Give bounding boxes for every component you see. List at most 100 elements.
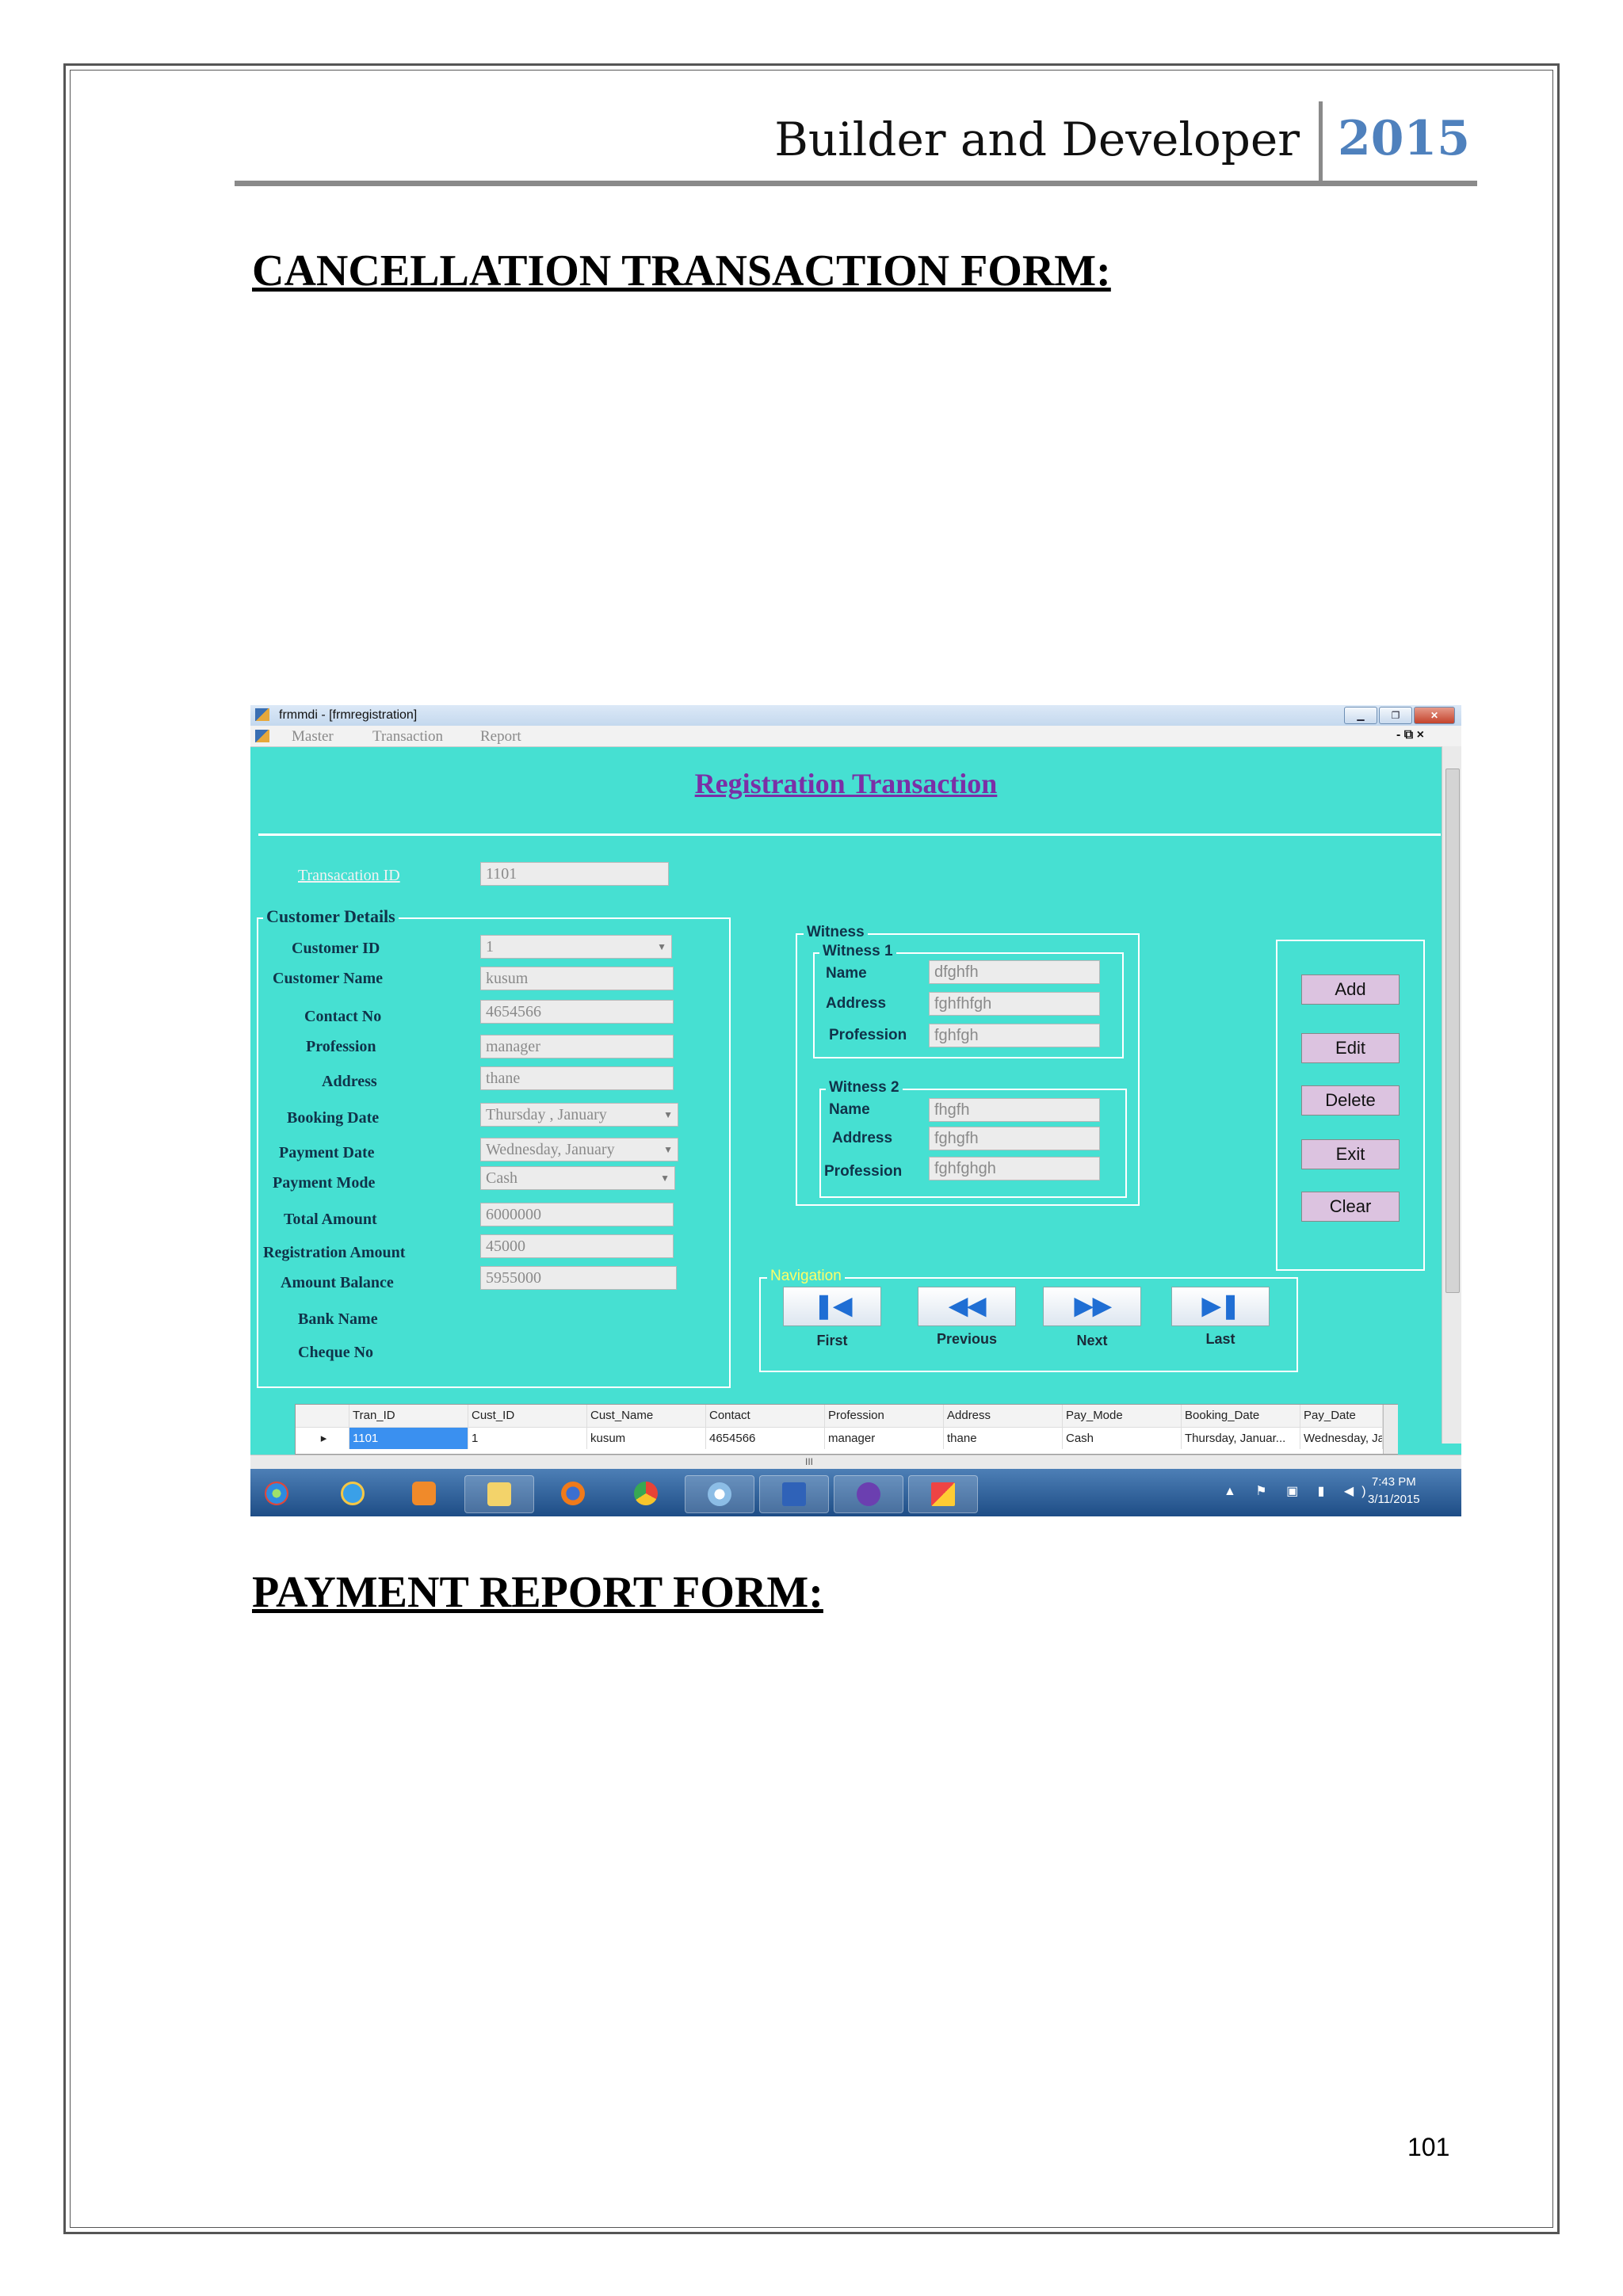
profession-label: Profession — [306, 1038, 376, 1055]
contact-no-field[interactable]: 4654566 — [480, 1000, 674, 1024]
grid-header-cell[interactable]: Pay_Date — [1300, 1405, 1383, 1427]
first-button[interactable]: ❚◀ — [783, 1287, 881, 1326]
witness-1-profession-field[interactable]: fghfgh — [929, 1024, 1100, 1047]
clock-time: 7:43 PM — [1371, 1475, 1416, 1489]
media-player-icon[interactable] — [390, 1475, 458, 1512]
witness-2-name-field[interactable]: fhgfh — [929, 1098, 1100, 1122]
app-window-icon[interactable] — [908, 1475, 978, 1513]
grid-cell[interactable]: kusum — [587, 1427, 706, 1449]
window-titlebar: frmmdi - [frmregistration] ▁ ❐ ✕ — [250, 705, 1461, 726]
last-label: Last — [1205, 1331, 1235, 1347]
witness-2-address-label: Address — [832, 1130, 893, 1146]
word-icon[interactable] — [759, 1475, 829, 1513]
chrome-icon[interactable] — [612, 1475, 680, 1512]
customer-id-select[interactable]: 1 ▼ — [480, 935, 672, 959]
page-number: 101 — [1407, 2133, 1450, 2161]
address-field[interactable]: thane — [480, 1066, 674, 1090]
clock-date: 3/11/2015 — [1368, 1493, 1420, 1506]
total-amount-field[interactable]: 6000000 — [480, 1203, 674, 1226]
first-label: First — [816, 1333, 848, 1348]
grid-header-cell[interactable]: Booking_Date — [1182, 1405, 1300, 1427]
witness-2-address-field[interactable]: fghgfh — [929, 1127, 1100, 1150]
mdi-controls[interactable]: - ⧉ × — [1396, 728, 1424, 742]
registration-amount-label: Registration Amount — [263, 1244, 406, 1261]
chevron-down-icon: ▼ — [657, 941, 666, 952]
grid-cell[interactable]: 1 — [468, 1427, 587, 1449]
scrollbar-thumb[interactable] — [1445, 769, 1460, 1293]
transaction-id-field[interactable]: 1101 — [480, 862, 669, 886]
clear-button[interactable]: Clear — [1301, 1192, 1400, 1222]
cheque-no-label: Cheque No — [298, 1344, 374, 1361]
grid-header-cell[interactable]: Pay_Mode — [1063, 1405, 1182, 1427]
close-button[interactable]: ✕ — [1414, 707, 1455, 724]
grid-header-cell[interactable]: Cust_Name — [587, 1405, 706, 1427]
add-button[interactable]: Add — [1301, 974, 1400, 1005]
next-label: Next — [1076, 1333, 1108, 1348]
customer-name-field[interactable]: kusum — [480, 967, 674, 990]
witness-2-name-label: Name — [829, 1101, 870, 1118]
restore-button[interactable]: ❐ — [1379, 707, 1412, 724]
payment-date-picker[interactable]: Wednesday, January ▼ — [480, 1138, 678, 1161]
scroll-grip: III — [805, 1456, 814, 1467]
registration-amount-field[interactable]: 45000 — [480, 1234, 674, 1258]
menu-report[interactable]: Report — [480, 728, 521, 746]
delete-button[interactable]: Delete — [1301, 1085, 1400, 1116]
minimize-button[interactable]: ▁ — [1344, 707, 1377, 724]
form-horizontal-scrollbar[interactable]: III — [250, 1455, 1461, 1470]
customer-id-value: 1 — [486, 938, 494, 955]
next-button[interactable]: ▶▶ — [1043, 1287, 1141, 1326]
payment-date-label: Payment Date — [279, 1144, 375, 1161]
taskbar-clock[interactable]: 7:43 PM 3/11/2015 — [1368, 1474, 1420, 1508]
rewind-icon: ◀◀ — [949, 1293, 987, 1319]
edit-button[interactable]: Edit — [1301, 1033, 1400, 1063]
grid-header-cell[interactable]: Profession — [825, 1405, 944, 1427]
witness-2-profession-field[interactable]: fghfghgh — [929, 1157, 1100, 1180]
booking-date-picker[interactable]: Thursday , January ▼ — [480, 1103, 678, 1127]
grid-cell[interactable]: Wednesday, Ja — [1300, 1427, 1383, 1449]
customer-name-label: Customer Name — [273, 970, 384, 987]
chevron-down-icon: ▼ — [660, 1173, 670, 1184]
internet-explorer-icon[interactable] — [319, 1475, 387, 1512]
visual-studio-icon[interactable] — [834, 1475, 903, 1513]
grid-cell[interactable]: 1101 — [349, 1427, 468, 1449]
grid-vertical-scrollbar[interactable] — [1383, 1405, 1398, 1454]
grid-cell[interactable]: manager — [825, 1427, 944, 1449]
previous-button[interactable]: ◀◀ — [918, 1287, 1016, 1326]
grid-cell[interactable]: 4654566 — [706, 1427, 825, 1449]
windows-start-icon[interactable] — [254, 1475, 303, 1512]
app-screenshot: frmmdi - [frmregistration] ▁ ❐ ✕ Master … — [250, 705, 1461, 1516]
grid-cell[interactable]: Cash — [1063, 1427, 1182, 1449]
navigation-title: Navigation — [767, 1268, 845, 1285]
firefox-icon[interactable] — [539, 1475, 607, 1512]
bank-name-label: Bank Name — [298, 1310, 378, 1328]
witness-1-name-field[interactable]: dfghfh — [929, 960, 1100, 984]
menu-bar: Master Transaction Report - ⧉ × — [250, 726, 1461, 747]
grid-header-cell[interactable]: Cust_ID — [468, 1405, 587, 1427]
payment-mode-select[interactable]: Cash ▼ — [480, 1166, 675, 1190]
witness-1-name-label: Name — [826, 965, 867, 982]
file-explorer-icon[interactable] — [464, 1475, 534, 1513]
profession-field[interactable]: manager — [480, 1035, 674, 1058]
booking-date-value: Thursday , January — [486, 1106, 607, 1123]
header-title: Builder and Developer — [774, 113, 1300, 166]
grid-cell[interactable]: Thursday, Januar... — [1182, 1427, 1300, 1449]
skip-first-icon: ❚◀ — [813, 1293, 853, 1319]
exit-button[interactable]: Exit — [1301, 1139, 1400, 1169]
menu-master[interactable]: Master — [292, 728, 334, 746]
paint-icon[interactable] — [685, 1475, 754, 1513]
windows-taskbar: ▲ ⚑ ▣ ▮ ◀) 7:43 PM 3/11/2015 — [250, 1469, 1461, 1516]
last-button[interactable]: ▶❚ — [1171, 1287, 1270, 1326]
section-heading-cancellation: CANCELLATION TRANSACTION FORM: — [252, 246, 1111, 296]
header-year: 2015 — [1338, 111, 1470, 166]
grid-header-cell[interactable]: Tran_ID — [349, 1405, 468, 1427]
form-vertical-scrollbar[interactable] — [1442, 746, 1461, 1444]
amount-balance-field[interactable]: 5955000 — [480, 1266, 677, 1290]
system-tray[interactable]: ▲ ⚑ ▣ ▮ ◀) — [1224, 1483, 1374, 1499]
witness-2-title: Witness 2 — [826, 1079, 903, 1097]
witness-1-address-field[interactable]: fghfhfgh — [929, 992, 1100, 1016]
grid-cell[interactable]: thane — [944, 1427, 1063, 1449]
menu-transaction[interactable]: Transaction — [372, 728, 443, 746]
grid-header-cell[interactable]: Contact — [706, 1405, 825, 1427]
grid-header-cell[interactable]: Address — [944, 1405, 1063, 1427]
records-grid[interactable]: Tran_ID Cust_ID Cust_Name Contact Profes… — [295, 1404, 1398, 1455]
